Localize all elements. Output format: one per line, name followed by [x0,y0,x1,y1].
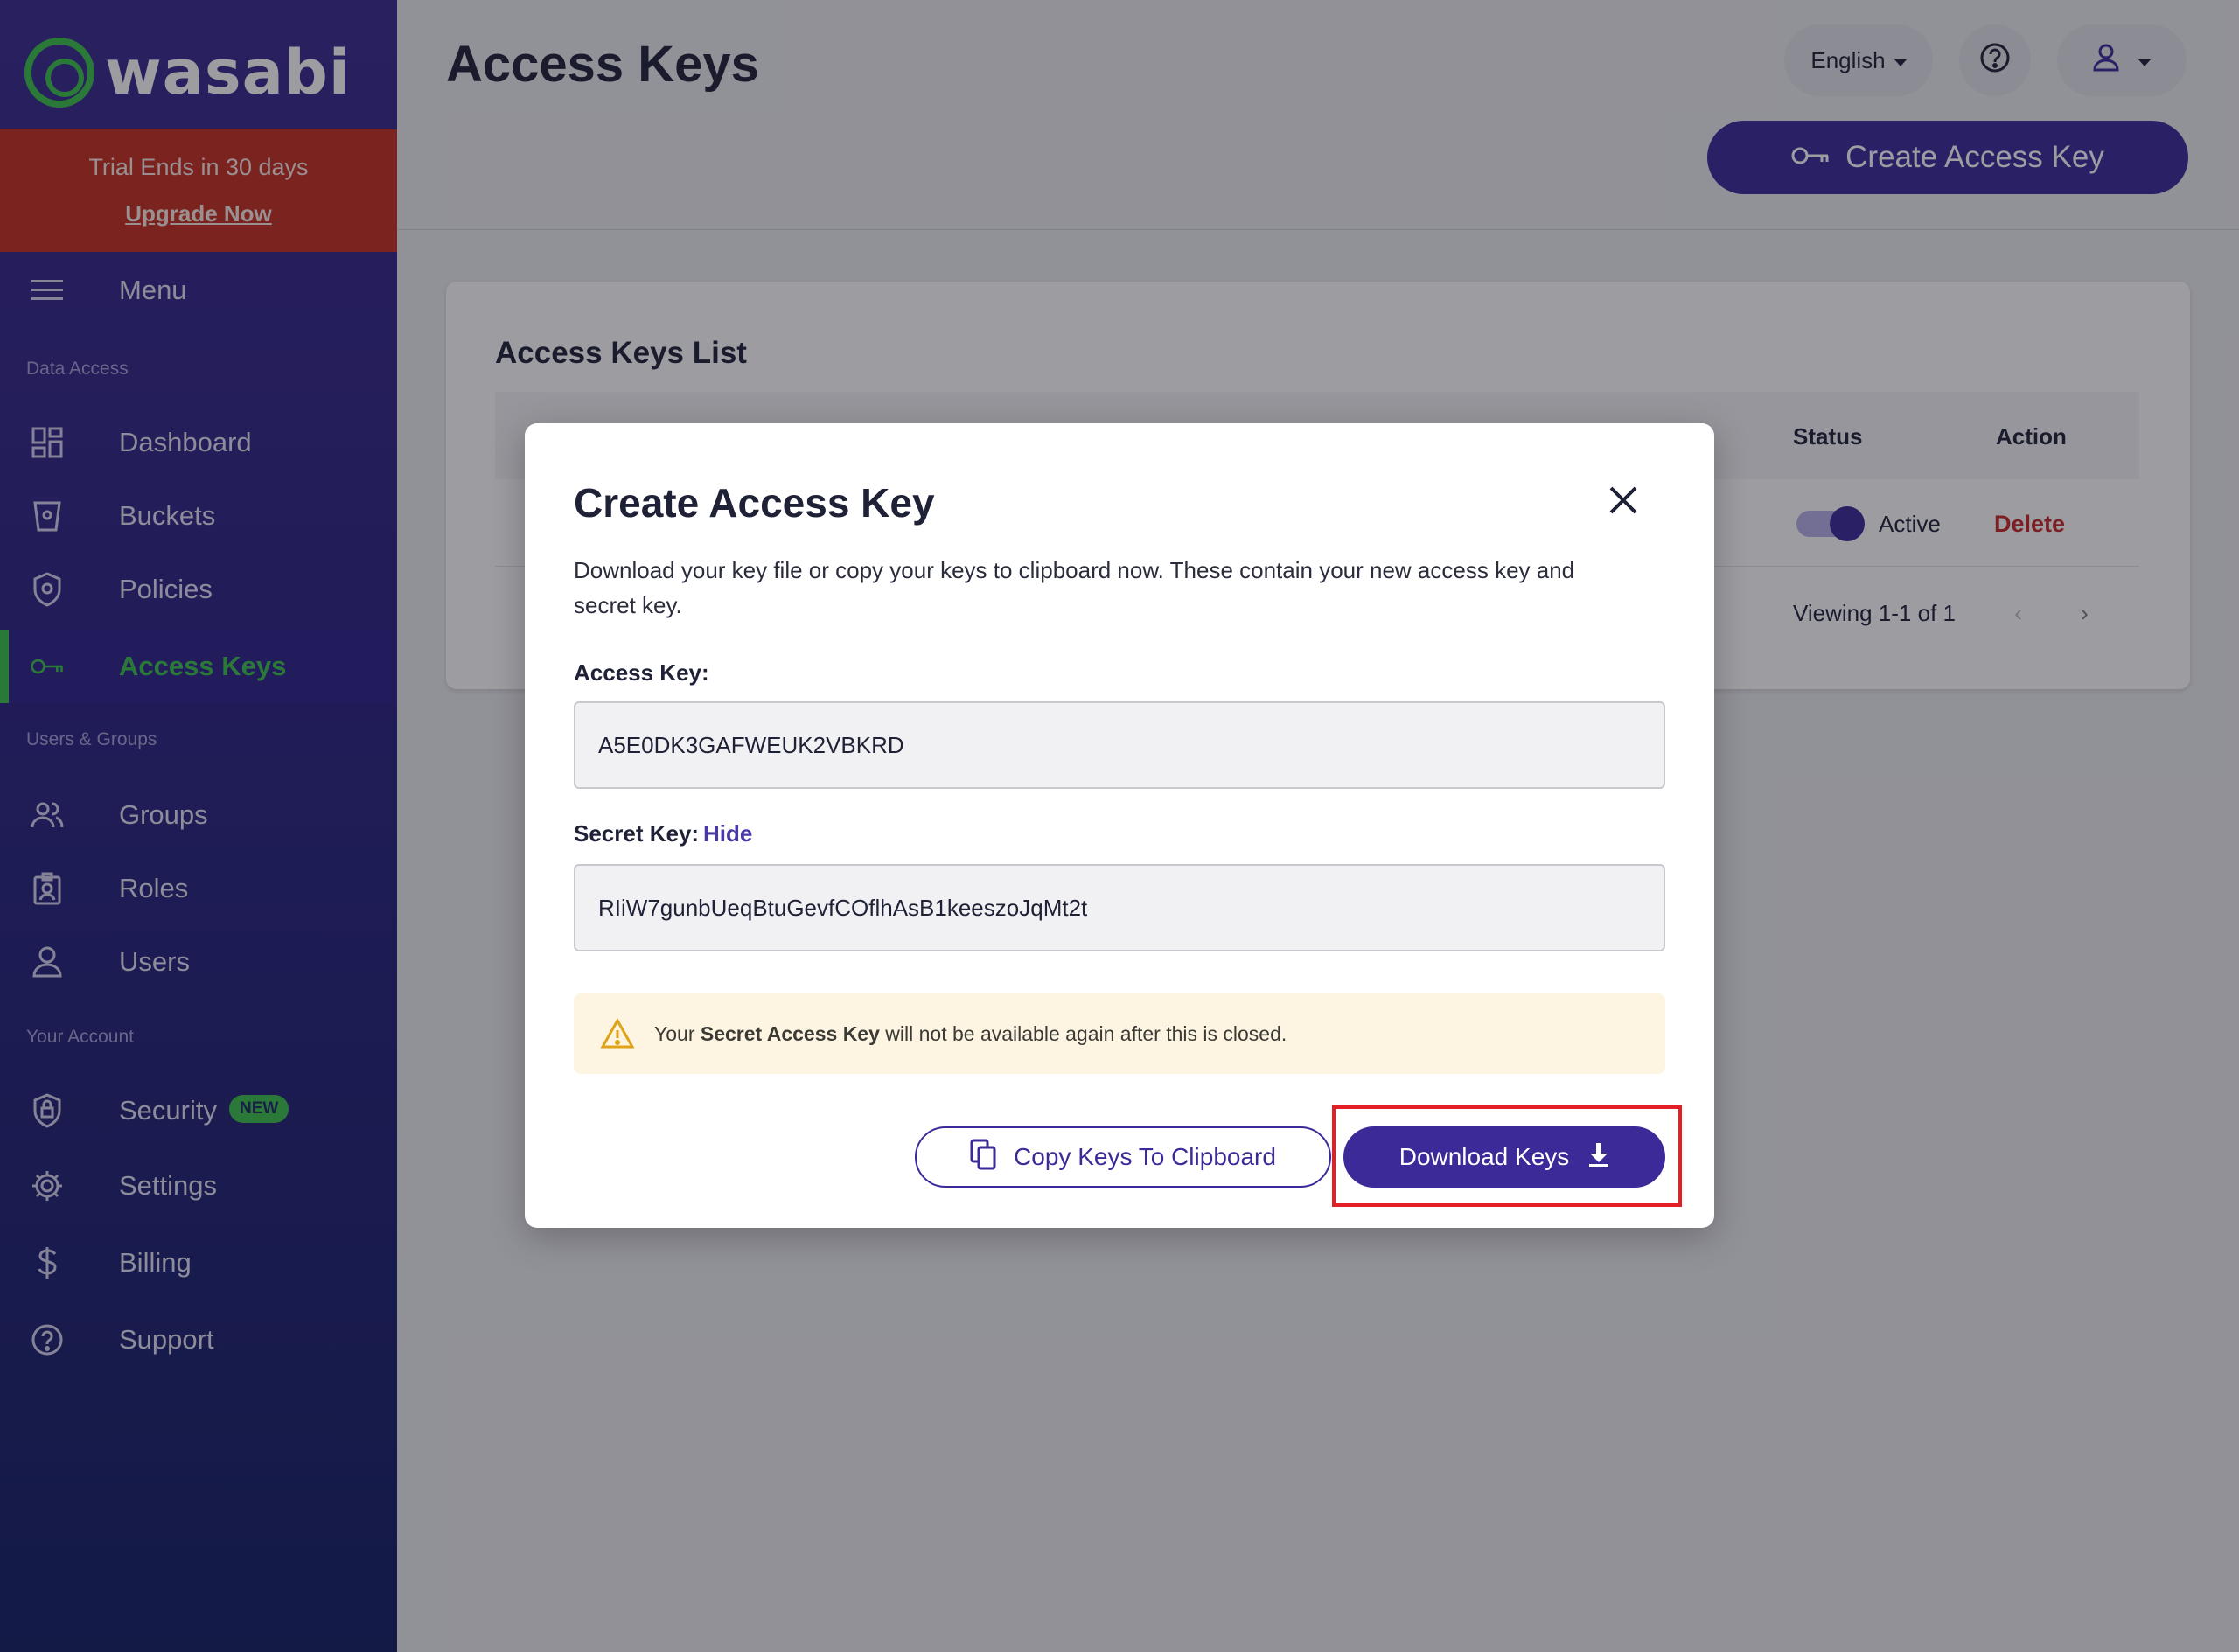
access-key-label: Access Key: [574,659,709,686]
copy-keys-button[interactable]: Copy Keys To Clipboard [915,1126,1331,1188]
access-key-field[interactable]: A5E0DK3GAFWEUK2VBKRD [574,701,1665,789]
secret-key-field[interactable]: RIiW7gunbUeqBtuGevfCOflhAsB1keeszoJqMt2t [574,864,1665,951]
copy-keys-label: Copy Keys To Clipboard [1014,1143,1276,1170]
secret-key-label: Secret Key: [574,820,700,847]
create-access-key-dialog: Create Access Key Download your key file… [525,423,1714,1228]
warning-triangle-icon [600,1017,635,1049]
annotation-highlight-box [1332,1105,1682,1207]
warning-text: Your Secret Access Key will not be avail… [654,1021,1287,1045]
dialog-description: Download your key file or copy your keys… [574,557,1575,618]
close-icon[interactable] [1606,483,1641,518]
dialog-title: Create Access Key [574,480,935,526]
hide-secret-link[interactable]: Hide [703,820,752,847]
copy-icon [970,1139,996,1176]
warning-banner: Your Secret Access Key will not be avail… [574,993,1665,1074]
